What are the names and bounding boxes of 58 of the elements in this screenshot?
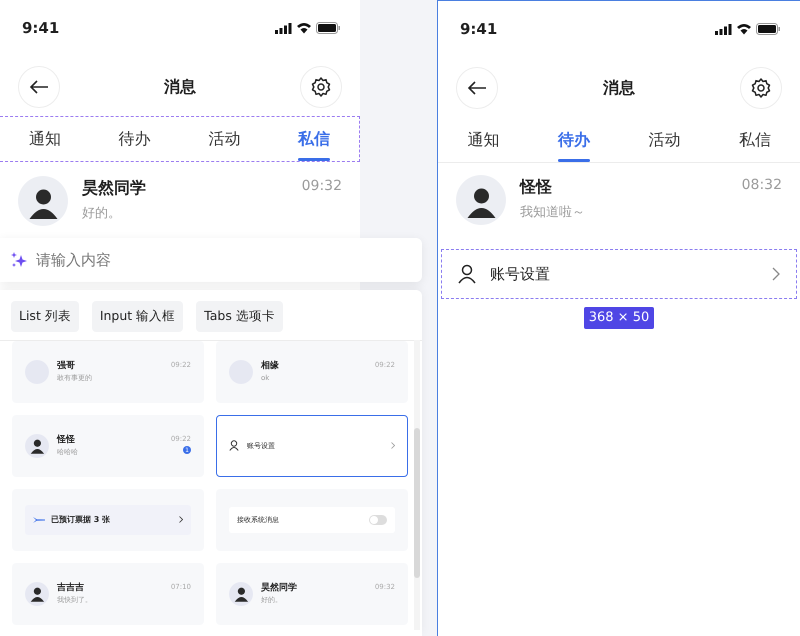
size-label: 368 × 50 (584, 307, 654, 328)
tab[interactable]: 私信 (294, 117, 334, 161)
contact-name: 昊然同学 (82, 177, 146, 199)
plane-icon (33, 516, 45, 524)
setting-label: 账号设置 (490, 264, 550, 285)
component-tab[interactable]: List 列表 (11, 301, 79, 332)
page-title: 消息 (164, 76, 196, 98)
status-time: 9:41 (460, 18, 498, 40)
toggle-switch[interactable] (369, 514, 387, 525)
contact-name: 怪怪 (520, 176, 553, 198)
battery-icon (316, 22, 340, 34)
back-arrow-icon (29, 80, 49, 94)
back-arrow-icon (467, 81, 487, 95)
chevron-right-icon (391, 442, 395, 450)
person-silhouette-icon (28, 585, 46, 602)
contact-name: 相缘 (261, 360, 279, 373)
contact-name: 吉吉吉 (57, 582, 85, 595)
component-tab[interactable]: Tabs 选项卡 (196, 301, 283, 332)
settings-button[interactable] (300, 66, 342, 108)
contact-name: 怪怪 (57, 434, 76, 447)
tab[interactable]: 通知 (24, 117, 65, 161)
back-button[interactable] (456, 67, 498, 109)
tab[interactable]: 通知 (463, 118, 504, 162)
ticket-row[interactable]: 已预订票据 3 张 (25, 504, 191, 535)
input-field[interactable]: 请输入内容 (34, 248, 414, 272)
message-preview: 好的。 (82, 205, 122, 223)
message-preview: 我知道啦～ (520, 204, 585, 222)
status-time: 9:41 (22, 18, 60, 39)
account-settings-row[interactable]: 账号设置 (441, 249, 797, 299)
scrollbar[interactable] (414, 340, 420, 630)
wifi-icon (736, 23, 752, 35)
ticket-label: 已预订票据 3 张 (51, 514, 110, 526)
signal-icon (275, 22, 292, 34)
settings-button[interactable] (740, 67, 782, 109)
message-time: 08:32 (742, 176, 782, 195)
page-title: 消息 (603, 77, 635, 99)
tab[interactable]: 私信 (734, 118, 775, 162)
battery-icon (756, 23, 780, 35)
tab[interactable]: 活动 (644, 118, 684, 162)
chevron-right-icon (772, 267, 780, 281)
message-time: 09:32 (302, 177, 342, 196)
tab[interactable]: 活动 (204, 117, 244, 161)
user-icon (458, 264, 476, 284)
contact-name: 强哥 (57, 360, 76, 373)
sparkle-icon (10, 251, 28, 269)
tab[interactable]: 待办 (114, 117, 155, 161)
component-tab[interactable]: Input 输入框 (92, 301, 184, 332)
tab[interactable]: 待办 (554, 118, 594, 162)
back-button[interactable] (18, 66, 60, 108)
contact-name: 昊然同学 (261, 582, 297, 595)
settings-icon (310, 76, 332, 98)
settings-icon (750, 77, 772, 99)
user-icon (229, 440, 239, 452)
chevron-right-icon (179, 516, 183, 524)
person-silhouette-icon (232, 585, 250, 602)
wifi-icon (296, 22, 312, 34)
person-silhouette-icon (28, 437, 46, 454)
signal-icon (715, 24, 732, 34)
